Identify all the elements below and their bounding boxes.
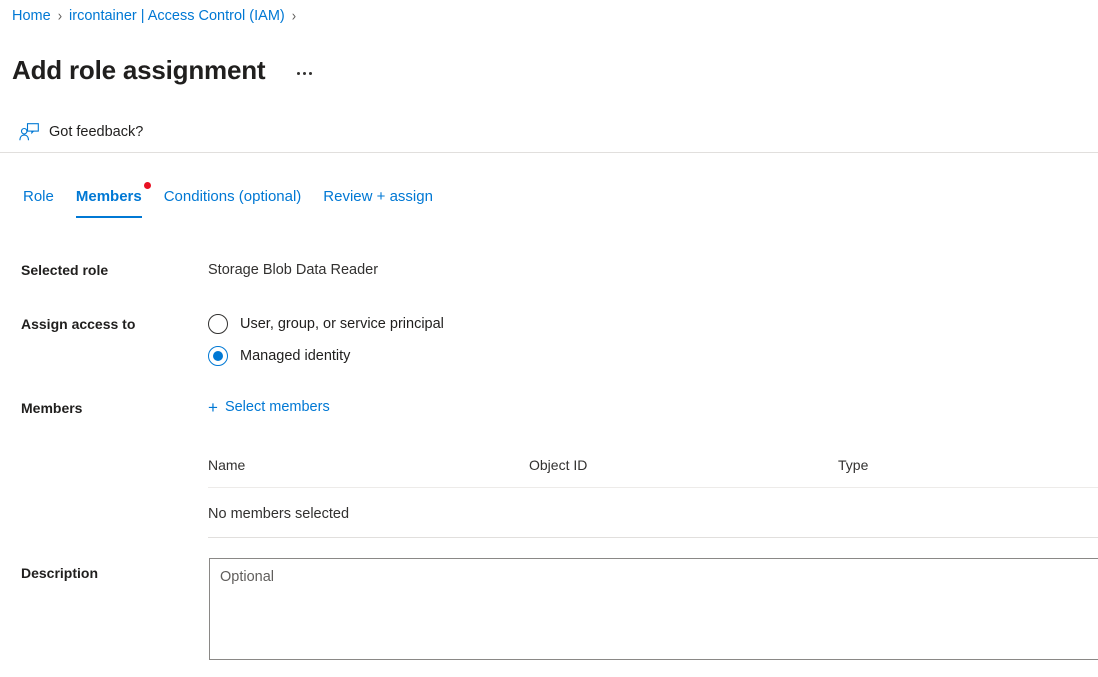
- breadcrumb-separator-icon: ›: [292, 5, 296, 28]
- ellipsis-dot: [297, 72, 300, 75]
- breadcrumb-item-home[interactable]: Home: [12, 6, 51, 26]
- column-header-object-id: Object ID: [529, 455, 838, 475]
- selected-role-label: Selected role: [21, 260, 108, 280]
- got-feedback-label: Got feedback?: [49, 122, 143, 142]
- column-header-type: Type: [838, 455, 1098, 475]
- tab-review-assign[interactable]: Review + assign: [312, 186, 444, 218]
- add-role-assignment-page: Home › ircontainer | Access Control (IAM…: [0, 0, 1098, 677]
- header-divider: [0, 152, 1098, 153]
- radio-mark-icon: [208, 314, 228, 334]
- members-table-header: Name Object ID Type: [208, 455, 1098, 488]
- tab-members-label: Members: [76, 186, 142, 208]
- tab-members[interactable]: Members: [65, 186, 153, 218]
- selected-role-value: Storage Blob Data Reader: [208, 260, 378, 280]
- radio-managed-identity-label: Managed identity: [240, 346, 350, 366]
- tab-conditions-label: Conditions (optional): [164, 186, 302, 208]
- ellipsis-dot: [309, 72, 312, 75]
- assign-access-to-label: Assign access to: [21, 314, 135, 334]
- radio-mark-selected-icon: [208, 346, 228, 366]
- tab-members-alert-badge: [144, 182, 151, 189]
- members-table-empty-text: No members selected: [208, 502, 349, 524]
- members-table: Name Object ID Type No members selected: [208, 455, 1098, 538]
- column-header-name: Name: [208, 455, 529, 475]
- breadcrumb-item-ircontainer-iam[interactable]: ircontainer | Access Control (IAM): [69, 6, 285, 26]
- tab-conditions[interactable]: Conditions (optional): [153, 186, 313, 218]
- table-row: No members selected: [208, 488, 1098, 538]
- breadcrumb: Home › ircontainer | Access Control (IAM…: [12, 5, 303, 27]
- feedback-person-icon: [18, 122, 40, 142]
- select-members-button[interactable]: + Select members: [208, 396, 330, 418]
- tab-bar: Role Members Conditions (optional) Revie…: [12, 186, 444, 222]
- tab-role[interactable]: Role: [12, 186, 65, 218]
- plus-icon: +: [208, 399, 218, 416]
- members-label: Members: [21, 398, 82, 418]
- radio-user-group-service-principal-label: User, group, or service principal: [240, 314, 444, 334]
- description-input[interactable]: [209, 558, 1098, 660]
- more-options-icon[interactable]: [290, 60, 318, 86]
- page-title: Add role assignment: [12, 53, 265, 87]
- select-members-label: Select members: [225, 396, 330, 418]
- description-label: Description: [21, 563, 98, 583]
- radio-managed-identity[interactable]: Managed identity: [208, 342, 444, 370]
- got-feedback-button[interactable]: Got feedback?: [18, 119, 143, 145]
- tab-review-assign-label: Review + assign: [323, 186, 433, 208]
- assign-access-to-radio-group: User, group, or service principal Manage…: [208, 310, 444, 374]
- tab-active-underline: [76, 216, 142, 218]
- breadcrumb-separator-icon: ›: [58, 5, 62, 28]
- ellipsis-dot: [303, 72, 306, 75]
- tab-role-label: Role: [23, 186, 54, 208]
- title-row: Add role assignment: [12, 36, 318, 105]
- radio-user-group-service-principal[interactable]: User, group, or service principal: [208, 310, 444, 338]
